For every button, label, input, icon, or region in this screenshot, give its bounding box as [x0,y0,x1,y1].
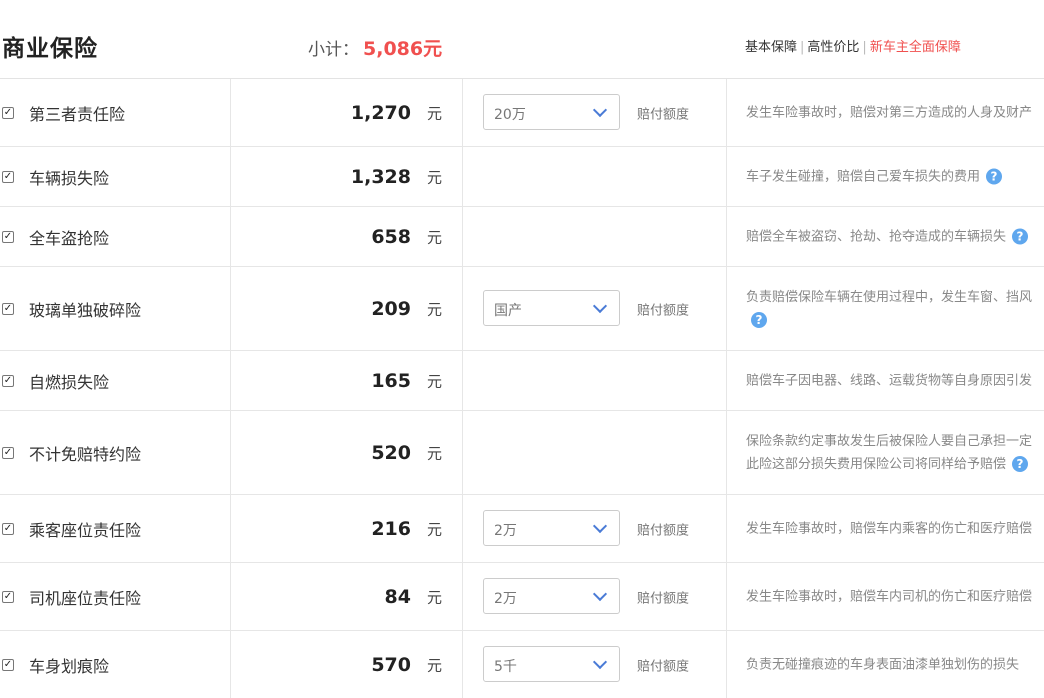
plan-new-owner-link[interactable]: 新车主全面保障 [870,40,961,55]
coverage-limit-label: 赔付额度 [637,523,690,538]
coverage-select-value: 2万 [494,522,517,539]
insurance-description: 发生车险事故时，赔偿对第三方造成的人身及财产 [746,105,1033,120]
insurance-price: 165 [371,369,411,392]
price-unit: 元 [426,104,442,122]
coverage-select[interactable]: 2万 [483,577,620,614]
row-checkbox[interactable]: ✓ [2,302,14,315]
insurance-row: ✓ 自燃损失险 165 元 赔偿车子因电器、线路、运载货物等自身原因引发 [0,351,1044,411]
coverage-limit-label: 赔付额度 [637,303,690,318]
chevron-down-icon [592,586,608,601]
insurance-description: 负责无碰撞痕迹的车身表面油漆单独划伤的损失 [746,657,1020,672]
insurance-name: 车身划痕险 [29,656,110,676]
help-icon[interactable]: ? [751,312,767,328]
coverage-select-value: 20万 [494,106,526,123]
insurance-row: ✓ 车身划痕险 570 元 5千 赔付额度 负责无碰撞痕迹的车身表面油漆单独划伤的损失 [0,631,1044,698]
insurance-row: ✓ 乘客座位责任险 216 元 2万 赔付额度 发生车险事故时，赔偿车内乘客的伤亡和医… [0,495,1044,563]
insurance-row: ✓ 全车盗抢险 658 元 赔偿全车被盗窃、抢劫、抢夺造成的车辆损失? [0,207,1044,267]
insurance-price: 658 [371,225,411,248]
price-unit: 元 [426,300,442,318]
help-icon[interactable]: ? [1012,456,1029,472]
coverage-select[interactable]: 国产 [483,289,620,326]
coverage-select[interactable]: 2万 [483,509,620,546]
row-checkbox[interactable]: ✓ [2,658,14,671]
insurance-name: 自燃损失险 [29,372,110,392]
price-unit: 元 [426,444,442,462]
insurance-name: 车辆损失险 [29,168,110,188]
insurance-description: 保险条款约定事故发生后被保险人要自己承担一定 [746,433,1033,449]
coverage-select-value: 2万 [494,590,517,607]
help-icon[interactable]: ? [986,168,1003,185]
insurance-row: ✓ 车辆损失险 1,328 元 车子发生碰撞，赔偿自己爱车损失的费用? [0,147,1044,207]
plan-basic-link[interactable]: 基本保障 [745,40,797,55]
insurance-row: ✓ 第三者责任险 1,270 元 20万 赔付额度 发生车险事故时，赔偿对第三方造成的… [0,79,1044,147]
insurance-name: 第三者责任险 [29,104,126,124]
coverage-limit-label: 赔付额度 [637,107,690,122]
insurance-row: ✓ 不计免赔特约险 520 元 保险条款约定事故发生后被保险人要自己承担一定 此险这部… [0,411,1044,495]
subtotal-value: 5,086元 [363,38,443,60]
insurance-name: 司机座位责任险 [29,588,142,608]
insurance-name: 不计免赔特约险 [29,444,142,464]
price-unit: 元 [426,372,442,390]
insurance-row: ✓ 司机座位责任险 84 元 2万 赔付额度 发生车险事故时，赔偿车内司机的伤亡和医疗… [0,563,1044,631]
row-checkbox[interactable]: ✓ [2,106,14,119]
coverage-select[interactable]: 5千 [483,645,620,682]
insurance-description-wrap: 车子发生碰撞，赔偿自己爱车损失的费用? [746,165,1003,188]
row-checkbox[interactable]: ✓ [2,374,14,387]
insurance-name: 全车盗抢险 [29,228,110,248]
row-checkbox[interactable]: ✓ [2,590,14,603]
insurance-table: ✓ 第三者责任险 1,270 元 20万 赔付额度 发生车险事故时，赔偿对第三方造成的… [0,79,1044,698]
price-unit: 元 [426,228,442,246]
chevron-down-icon [592,102,608,117]
price-unit: 元 [426,520,442,538]
insurance-price: 520 [371,441,411,464]
coverage-limit-label: 赔付额度 [637,659,690,674]
coverage-select-value: 国产 [494,302,522,319]
price-unit: 元 [426,168,442,186]
insurance-price: 84 [384,585,411,608]
insurance-description: 赔偿车子因电器、线路、运载货物等自身原因引发 [746,373,1033,388]
insurance-name: 玻璃单独破碎险 [29,300,142,320]
subtotal: 小计： 5,086元 [308,34,442,61]
plan-value-link[interactable]: 高性价比 [807,40,859,55]
insurance-price: 1,328 [350,165,411,188]
chevron-down-icon [592,654,608,669]
insurance-price: 1,270 [350,101,411,124]
plan-links: 基本保障 | 高性价比 | 新车主全面保障 [745,40,961,55]
coverage-limit-label: 赔付额度 [637,591,690,606]
coverage-select-value: 5千 [494,658,517,675]
insurance-description-line2: 此险这部分损失费用保险公司将同样给予赔偿 [746,456,1007,472]
header: 商业保险 小计： 5,086元 基本保障 | 高性价比 | 新车主全面保障 [0,0,1044,79]
row-checkbox[interactable]: ✓ [2,170,14,183]
chevron-down-icon [592,298,608,313]
chevron-down-icon [592,518,608,533]
insurance-description: 车子发生碰撞，赔偿自己爱车损失的费用 [746,169,981,184]
row-checkbox[interactable]: ✓ [2,230,14,243]
coverage-select[interactable]: 20万 [483,93,620,130]
insurance-description: 负责赔偿保险车辆在使用过程中，发生车窗、挡风 [746,289,1033,305]
insurance-description-wrap: 赔偿全车被盗窃、抢劫、抢夺造成的车辆损失? [746,225,1029,248]
insurance-description-wrap: 保险条款约定事故发生后被保险人要自己承担一定 此险这部分损失费用保险公司将同样给予… [746,430,1032,476]
help-icon[interactable]: ? [1012,228,1029,245]
subtotal-label: 小计： [308,40,359,60]
insurance-price: 216 [371,517,411,540]
insurance-description: 发生车险事故时，赔偿车内乘客的伤亡和医疗赔偿 [746,521,1033,536]
insurance-price: 570 [371,653,411,676]
insurance-description: 发生车险事故时，赔偿车内司机的伤亡和医疗赔偿 [746,589,1033,604]
insurance-description: 赔偿全车被盗窃、抢劫、抢夺造成的车辆损失 [746,229,1007,244]
insurance-row: ✓ 玻璃单独破碎险 209 元 国产 赔付额度 负责赔偿保险车辆在使用过程中，发生车窗… [0,267,1044,351]
row-checkbox[interactable]: ✓ [2,446,14,459]
insurance-price: 209 [371,297,411,320]
insurance-description-wrap: 负责赔偿保险车辆在使用过程中，发生车窗、挡风? [746,286,1032,332]
section-title: 商业保险 [2,36,98,62]
row-checkbox[interactable]: ✓ [2,522,14,535]
price-unit: 元 [426,588,442,606]
insurance-name: 乘客座位责任险 [29,520,142,540]
